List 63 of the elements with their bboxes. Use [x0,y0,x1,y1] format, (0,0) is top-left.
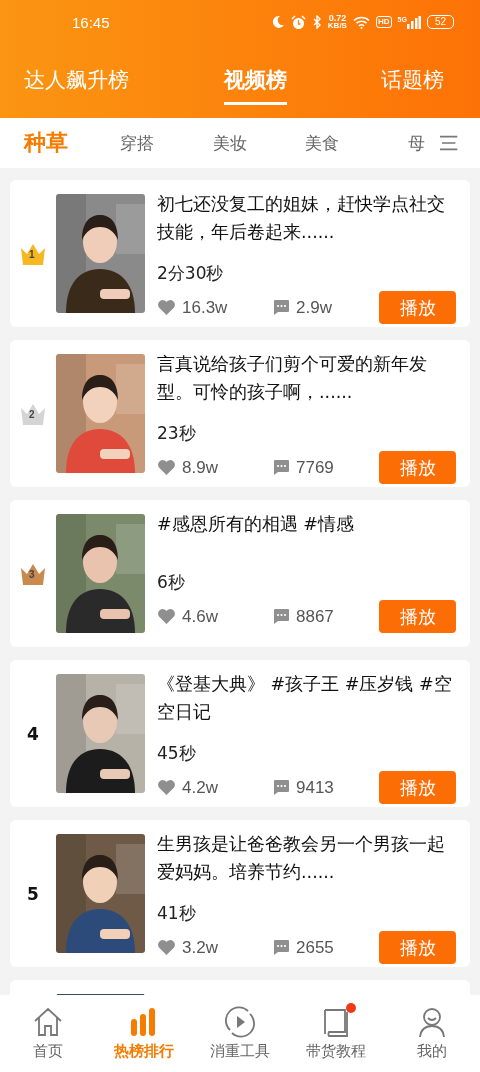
status-time: 16:45 [72,13,110,31]
heart-icon [157,459,176,476]
comment-count: 7769 [296,457,334,478]
signal-icon [406,15,421,29]
video-duration: 45秒 [157,742,196,765]
like-count: 3.2w [182,937,219,958]
nav-tab[interactable]: 带货教程 [291,1006,381,1061]
like-count: 4.6w [182,606,219,627]
comment-icon [272,459,290,476]
comment-count: 2655 [296,937,334,958]
comment-icon [272,779,290,796]
like-count: 16.3w [182,297,229,318]
heart-icon [157,608,176,625]
wifi-icon [352,15,370,29]
video-card[interactable]: 1 初七还没复工的姐妹，赶快学点社交技能，年后卷起来...... 2分30秒 16.3w 2.9w 播放 [10,180,470,327]
video-card[interactable]: 3 #感恩所有的相遇 #情感 6秒 4.6w 8867 播放 [10,500,470,647]
comment-icon [272,608,290,625]
heart-icon [157,939,176,956]
like-count: 4.2w [182,777,219,798]
hd-badge: HD [375,16,392,28]
video-card[interactable]: 2 言真说给孩子们剪个可爱的新年发型。可怜的孩子啊，...... 23秒 8.9w 7769 播放 [10,340,470,487]
menu-icon[interactable] [438,135,458,151]
nav-tab[interactable]: 我的 [387,1006,477,1061]
category-tab[interactable]: 美妆 [212,131,306,155]
rank-number: 3 [29,568,35,580]
rank-number: 5 [27,883,39,904]
video-duration: 2分30秒 [157,262,224,285]
rank-number: 4 [27,723,39,744]
alarm-icon [290,14,306,30]
moon-icon [270,15,285,29]
network-speed: 0.72 [328,14,347,22]
video-title[interactable]: #感恩所有的相遇 #情感 [157,510,456,555]
video-title[interactable]: 初七还没复工的姐妹，赶快学点社交技能，年后卷起来...... [157,190,456,246]
comment-count: 9413 [296,777,334,798]
nav-tab[interactable]: 首页 [3,1006,93,1061]
video-title[interactable]: 《登基大典》 #孩子王 #压岁钱 #空空日记 [157,670,456,726]
rank-number: 1 [29,248,35,260]
comment-icon [272,939,290,956]
battery-indicator: 52 [426,15,454,29]
video-card[interactable]: 5 生男孩是让爸爸教会另一个男孩一起爱妈妈。培养节约...... 41秒 3.2w 2655 播放 [10,820,470,967]
notification-dot [346,1003,356,1013]
comment-count: 8867 [296,606,334,627]
nav-tab[interactable]: 消重工具 [195,1006,285,1061]
refresh-play-icon [224,1006,256,1038]
bluetooth-icon [311,15,322,29]
video-title[interactable]: 生男孩是让爸爸教会另一个男孩一起爱妈妈。培养节约...... [157,830,456,886]
video-card[interactable]: 4 《登基大典》 #孩子王 #压岁钱 #空空日记 45秒 4.2w 9413 播放 [10,660,470,807]
video-title[interactable]: 言真说给孩子们剪个可爱的新年发型。可怜的孩子啊，...... [157,350,456,406]
category-tab[interactable]: 美食 [305,131,398,155]
comment-count: 2.9w [296,297,332,318]
like-count: 8.9w [182,457,219,478]
rank-number: 2 [29,408,35,420]
video-duration: 6秒 [157,571,185,594]
category-tab[interactable]: 穿搭 [120,131,213,155]
video-duration: 23秒 [157,422,196,445]
heart-icon [157,779,176,796]
video-duration: 41秒 [157,902,196,925]
speed-unit: KB/S [327,22,347,30]
heart-icon [157,299,176,316]
home-icon [32,1006,64,1038]
comment-icon [272,299,290,316]
category-tab[interactable]: 母 [407,131,425,155]
user-icon [416,1006,448,1038]
